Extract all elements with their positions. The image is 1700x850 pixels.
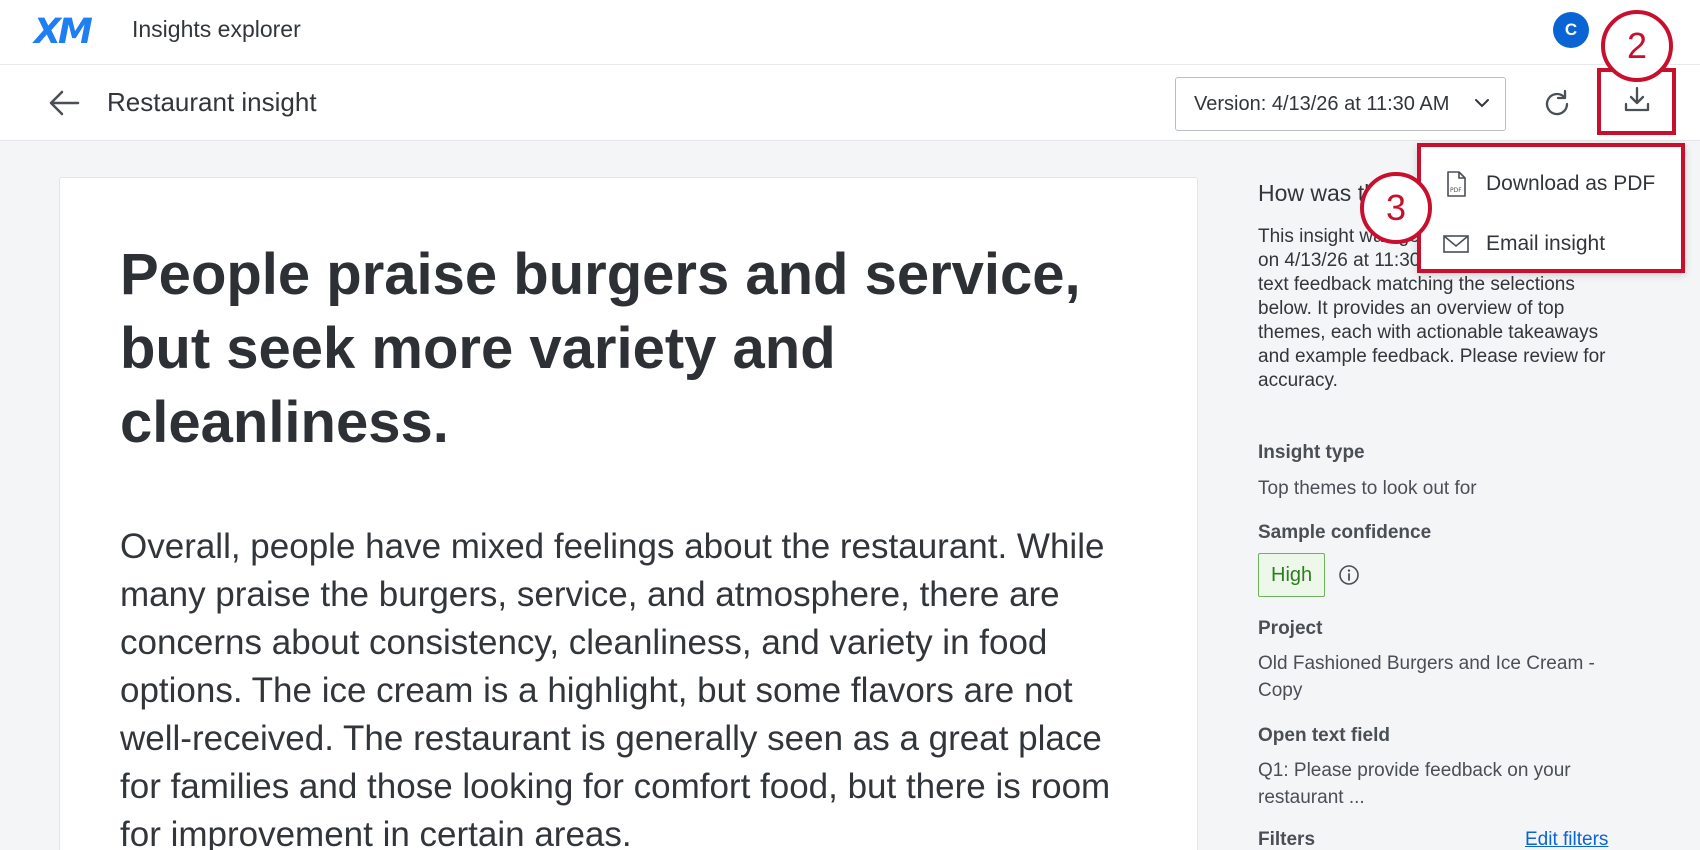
insight-type-label: Insight type (1258, 442, 1365, 463)
back-arrow-icon[interactable] (46, 88, 82, 118)
insight-headline: People praise burgers and service, but s… (120, 242, 1081, 455)
svg-text:PDF: PDF (1450, 187, 1462, 194)
user-avatar[interactable]: C (1553, 12, 1589, 48)
menu-item-download-pdf[interactable]: PDF Download as PDF (1421, 157, 1681, 211)
insight-card: People praise burgers and service, but s… (59, 177, 1198, 850)
pdf-file-icon: PDF (1441, 169, 1471, 199)
open-text-label: Open text field (1258, 725, 1390, 746)
insight-type-value: Top themes to look out for (1258, 478, 1477, 499)
chevron-down-icon (1473, 94, 1491, 118)
xm-logo[interactable]: XM (34, 12, 93, 52)
download-menu: PDF Download as PDF Email insight (1417, 143, 1685, 273)
step-callout-2: 2 (1601, 10, 1673, 82)
info-icon[interactable] (1338, 564, 1360, 586)
download-icon (1621, 83, 1653, 120)
project-value: Old Fashioned Burgers and Ice Cream - Co… (1258, 653, 1595, 701)
edit-filters-link[interactable]: Edit filters (1525, 829, 1608, 850)
top-bar: XM Insights explorer C (0, 0, 1700, 65)
page-title: Restaurant insight (107, 87, 317, 117)
app-title: Insights explorer (132, 16, 301, 42)
menu-item-label: Download as PDF (1486, 172, 1656, 195)
project-label: Project (1258, 618, 1323, 639)
version-label: Version: 4/13/26 at 11:30 AM (1194, 92, 1450, 115)
insight-header-bar: Restaurant insight Version: 4/13/26 at 1… (0, 65, 1700, 141)
version-dropdown[interactable]: Version: 4/13/26 at 11:30 AM (1175, 77, 1506, 131)
menu-item-email-insight[interactable]: Email insight (1421, 217, 1681, 271)
confidence-label: Sample confidence (1258, 522, 1432, 543)
step-callout-3: 3 (1360, 172, 1432, 244)
insight-summary: Overall, people have mixed feelings abou… (120, 527, 1111, 850)
open-text-value: Q1: Please provide feedback on your rest… (1258, 760, 1571, 808)
envelope-icon (1441, 229, 1471, 259)
refresh-icon[interactable] (1540, 87, 1574, 121)
menu-item-label: Email insight (1486, 232, 1606, 255)
filters-label: Filters (1258, 829, 1316, 850)
confidence-badge: High (1258, 553, 1326, 597)
